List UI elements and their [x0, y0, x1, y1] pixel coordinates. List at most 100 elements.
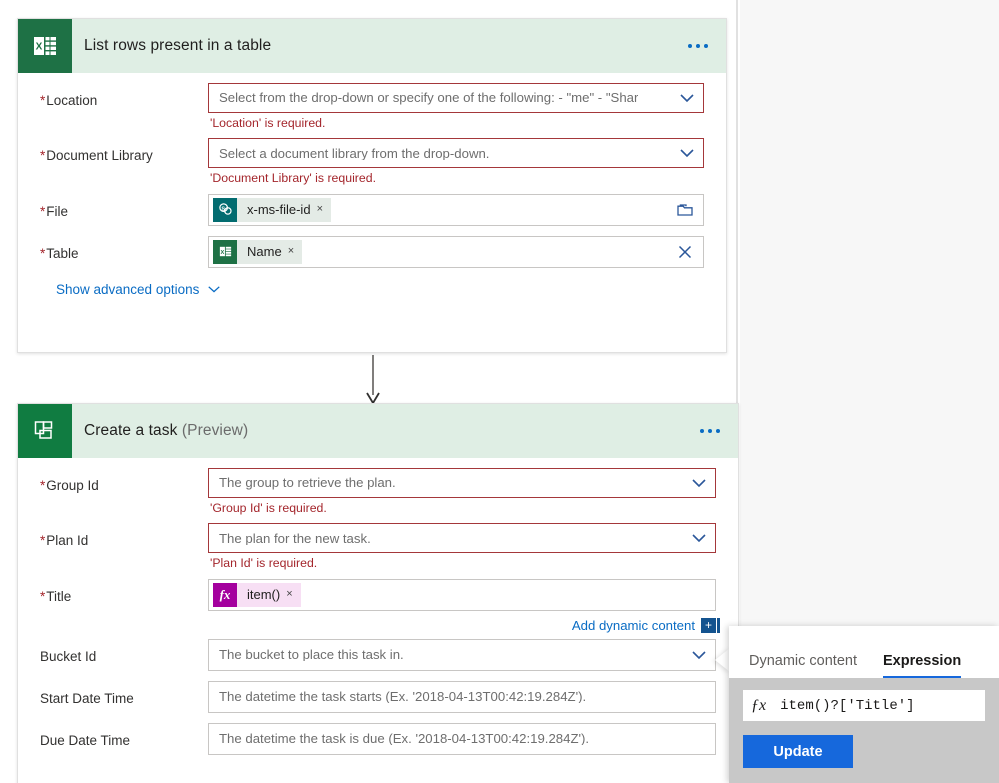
token-remove-icon[interactable]: × — [317, 204, 331, 215]
title-input[interactable]: fx item() × — [208, 578, 716, 611]
close-icon[interactable] — [676, 243, 694, 261]
location-dropdown[interactable]: Select from the drop-down or specify one… — [208, 83, 704, 113]
action-title: List rows present in a table — [84, 37, 271, 55]
field-control-table: X Name × — [208, 235, 704, 268]
document-library-placeholder: Select a document library from the drop-… — [219, 146, 490, 160]
token-label: item() — [247, 587, 281, 603]
add-dynamic-content-plus-icon[interactable]: + — [701, 617, 720, 633]
field-label-text: Bucket Id — [40, 648, 97, 664]
chevron-down-icon[interactable] — [691, 530, 707, 546]
group-id-dropdown[interactable]: The group to retrieve the plan. — [208, 468, 716, 498]
field-label-start-date-time: Start Date Time — [40, 681, 208, 707]
field-label-group-id: *Group Id — [40, 468, 208, 494]
field-row-start-date-time: Start Date Time The datetime the task st… — [40, 680, 716, 713]
action-card-list-rows[interactable]: X List rows present in a table *Location… — [17, 18, 727, 353]
field-label-text: Document Library — [46, 148, 153, 164]
flow-designer-canvas: X List rows present in a table *Location… — [0, 0, 739, 783]
required-asterisk: * — [40, 478, 46, 493]
chevron-down-icon[interactable] — [679, 145, 695, 161]
field-label-location: *Location — [40, 83, 208, 109]
action-title-text: Create a task — [84, 422, 178, 439]
expression-input[interactable]: ƒx item()?['Title'] — [743, 690, 985, 721]
folder-icon[interactable] — [676, 201, 694, 219]
svg-text:S: S — [221, 207, 225, 213]
required-asterisk: * — [40, 93, 46, 108]
field-label-bucket-id: Bucket Id — [40, 639, 208, 665]
flow-connector-arrow — [366, 355, 380, 407]
field-row-due-date-time: Due Date Time The datetime the task is d… — [40, 722, 716, 755]
field-row-group-id: *Group Id The group to retrieve the plan… — [40, 468, 716, 523]
show-advanced-options-button[interactable]: Show advanced options — [40, 268, 221, 313]
field-row-file: *File S x-ms-file-id × — [40, 193, 704, 226]
tab-expression[interactable]: Expression — [883, 653, 962, 678]
fx-icon: ƒx — [751, 696, 767, 714]
plan-id-dropdown[interactable]: The plan for the new task. — [208, 523, 716, 554]
field-label-text: Start Date Time — [40, 690, 134, 706]
field-row-document-library: *Document Library Select a document libr… — [40, 138, 704, 193]
token-remove-icon[interactable]: × — [286, 589, 300, 600]
field-label-text: Table — [46, 245, 79, 261]
flyout-body: ƒx item()?['Title'] Update — [729, 678, 999, 783]
field-control-plan-id: The plan for the new task. 'Plan Id' is … — [208, 523, 716, 578]
file-input[interactable]: S x-ms-file-id × — [208, 193, 704, 226]
more-options-icon[interactable] — [700, 429, 720, 433]
chevron-down-icon[interactable] — [691, 475, 707, 491]
field-control-group-id: The group to retrieve the plan. 'Group I… — [208, 468, 716, 523]
start-date-time-input[interactable]: The datetime the task starts (Ex. '2018-… — [208, 680, 716, 713]
field-control-bucket-id: The bucket to place this task in. — [208, 638, 716, 671]
field-label-file: *File — [40, 194, 208, 220]
bucket-id-dropdown[interactable]: The bucket to place this task in. — [208, 638, 716, 671]
document-library-dropdown[interactable]: Select a document library from the drop-… — [208, 138, 704, 169]
start-date-time-placeholder: The datetime the task starts (Ex. '2018-… — [219, 690, 587, 704]
field-label-text: Group Id — [46, 478, 99, 493]
token-chip-file-id[interactable]: S x-ms-file-id × — [213, 197, 331, 222]
field-control-location: Select from the drop-down or specify one… — [208, 83, 704, 138]
action-title: Create a task (Preview) — [84, 422, 248, 440]
field-control-document-library: Select a document library from the drop-… — [208, 138, 704, 193]
tab-label: Expression — [883, 653, 962, 669]
dynamic-content-flyout[interactable]: Dynamic content Expression ƒx item()?['T… — [729, 626, 999, 783]
required-asterisk: * — [40, 245, 46, 261]
tab-dynamic-content[interactable]: Dynamic content — [749, 653, 857, 678]
action-card-header[interactable]: Create a task (Preview) — [18, 404, 738, 458]
more-options-icon[interactable] — [688, 44, 708, 48]
field-row-title: *Title fx item() × Add dynamic content + — [40, 578, 720, 639]
field-label-text: Plan Id — [46, 533, 89, 549]
field-control-title: fx item() × Add dynamic content + — [208, 578, 720, 639]
field-row-table: *Table X Name × — [40, 235, 704, 268]
chevron-down-icon[interactable] — [691, 647, 707, 663]
plan-id-error-message: 'Plan Id' is required. — [210, 556, 318, 571]
action-card-header[interactable]: X List rows present in a table — [18, 19, 726, 73]
field-label-text: Title — [46, 588, 72, 604]
token-chip-expression[interactable]: fx item() × — [213, 582, 301, 607]
action-card-create-task[interactable]: Create a task (Preview) *Group Id The gr… — [17, 403, 739, 783]
field-control-file: S x-ms-file-id × — [208, 193, 704, 226]
action-title-text: List rows present in a table — [84, 37, 272, 54]
field-row-plan-id: *Plan Id The plan for the new task. 'Pla… — [40, 523, 716, 578]
field-label-text: Due Date Time — [40, 732, 131, 748]
excel-icon: X — [213, 239, 237, 264]
chevron-down-icon[interactable] — [679, 90, 695, 106]
token-remove-icon[interactable]: × — [288, 246, 302, 257]
due-date-time-input[interactable]: The datetime the task is due (Ex. '2018-… — [208, 722, 716, 755]
add-dynamic-content-link[interactable]: Add dynamic content — [572, 618, 695, 633]
field-label-document-library: *Document Library — [40, 138, 208, 164]
update-button[interactable]: Update — [743, 735, 853, 768]
field-label-table: *Table — [40, 236, 208, 262]
field-control-start-date-time: The datetime the task starts (Ex. '2018-… — [208, 680, 716, 713]
sharepoint-icon: S — [213, 197, 237, 222]
field-row-location: *Location Select from the drop-down or s… — [40, 83, 704, 138]
field-label-text: File — [46, 203, 69, 219]
tab-label: Dynamic content — [749, 653, 857, 669]
location-error-message: 'Location' is required. — [210, 116, 326, 130]
token-chip-table-name[interactable]: X Name × — [213, 239, 303, 264]
add-dynamic-content-row: Add dynamic content + — [208, 611, 720, 639]
action-card-body: *Group Id The group to retrieve the plan… — [18, 458, 738, 755]
expression-value: item()?['Title'] — [780, 697, 915, 714]
field-label-due-date-time: Due Date Time — [40, 723, 208, 749]
field-label-plan-id: *Plan Id — [40, 523, 208, 549]
app-root: X List rows present in a table *Location… — [0, 0, 999, 783]
table-input[interactable]: X Name × — [208, 235, 704, 268]
